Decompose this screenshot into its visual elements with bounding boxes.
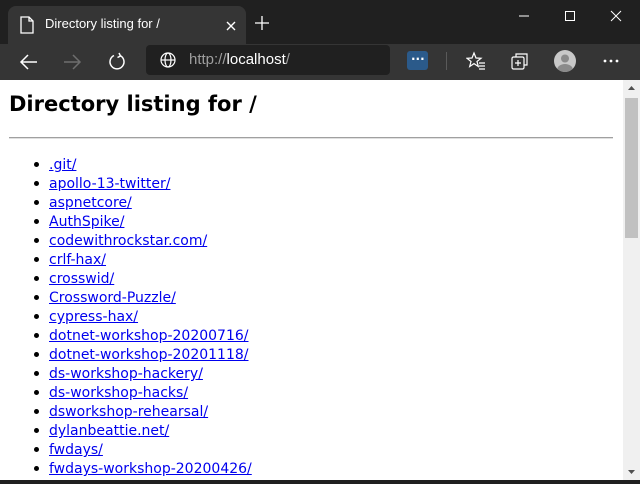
list-item: cypress-hax/ <box>9 306 252 325</box>
vertical-scrollbar[interactable] <box>623 80 640 480</box>
maximize-button[interactable] <box>546 0 592 32</box>
document-icon <box>19 16 35 34</box>
refresh-icon[interactable] <box>107 52 127 72</box>
scrollbar-thumb[interactable] <box>625 98 638 238</box>
more-icon[interactable] <box>601 51 621 71</box>
active-tab[interactable]: Directory listing for / <box>8 6 246 44</box>
forward-icon[interactable] <box>62 52 82 72</box>
url-host: localhost <box>226 51 286 68</box>
directory-link[interactable]: fwdays/ <box>49 442 103 458</box>
list-item: ds-workshop-hacks/ <box>9 382 252 401</box>
profile-icon[interactable] <box>554 50 576 72</box>
directory-link[interactable]: fwdays-workshop-20200426/ <box>49 461 252 477</box>
list-item: dotnet-workshop-20200716/ <box>9 325 252 344</box>
minimize-icon <box>519 15 529 17</box>
minimize-button[interactable] <box>500 0 546 32</box>
directory-link[interactable]: dylanbeattie.net/ <box>49 423 169 439</box>
list-item: fwdays-workshop-20200426/ <box>9 458 252 477</box>
list-item: AuthSpike/ <box>9 211 252 230</box>
list-item: aspnetcore/ <box>9 192 252 211</box>
reader-mode-icon[interactable]: ··· <box>407 51 428 70</box>
directory-link[interactable]: ds-workshop-hackery/ <box>49 366 203 382</box>
list-item: Crossword-Puzzle/ <box>9 287 252 306</box>
close-icon <box>610 10 622 22</box>
list-item: ds-workshop-hackery/ <box>9 363 252 382</box>
list-item: apollo-13-twitter/ <box>9 173 252 192</box>
list-item: fwdays/ <box>9 439 252 458</box>
directory-list: .git/ apollo-13-twitter/ aspnetcore/ Aut… <box>9 154 252 477</box>
list-item: .git/ <box>9 154 252 173</box>
horizontal-rule <box>9 137 613 139</box>
collections-icon[interactable] <box>510 51 530 71</box>
directory-link[interactable]: dotnet-workshop-20201118/ <box>49 347 249 363</box>
address-url[interactable]: http://localhost/ <box>189 51 290 68</box>
list-item: dylanbeattie.net/ <box>9 420 252 439</box>
tab-title: Directory listing for / <box>45 16 160 31</box>
globe-icon <box>160 52 176 68</box>
directory-link[interactable]: dotnet-workshop-20200716/ <box>49 328 249 344</box>
list-item: crosswid/ <box>9 268 252 287</box>
directory-link[interactable]: codewithrockstar.com/ <box>49 233 207 249</box>
scroll-down-arrow-icon[interactable] <box>623 463 640 480</box>
list-item: codewithrockstar.com/ <box>9 230 252 249</box>
maximize-icon <box>565 11 575 21</box>
directory-link[interactable]: aspnetcore/ <box>49 195 132 211</box>
close-icon[interactable] <box>224 18 238 32</box>
list-item: dotnet-workshop-20201118/ <box>9 344 252 363</box>
toolbar-divider <box>446 52 447 70</box>
directory-link[interactable]: Crossword-Puzzle/ <box>49 290 176 306</box>
directory-link[interactable]: apollo-13-twitter/ <box>49 176 170 192</box>
tab-strip: Directory listing for / <box>0 0 640 44</box>
list-item: dsworkshop-rehearsal/ <box>9 401 252 420</box>
directory-link[interactable]: crlf-hax/ <box>49 252 106 268</box>
directory-link[interactable]: AuthSpike/ <box>49 214 124 230</box>
list-item: crlf-hax/ <box>9 249 252 268</box>
directory-link[interactable]: dsworkshop-rehearsal/ <box>49 404 208 420</box>
page-content: Directory listing for / .git/ apollo-13-… <box>0 80 623 480</box>
plus-icon[interactable] <box>254 15 270 31</box>
favorites-icon[interactable] <box>465 51 486 71</box>
back-icon[interactable] <box>19 52 39 72</box>
scroll-up-arrow-icon[interactable] <box>623 80 640 97</box>
url-scheme: http:// <box>189 51 227 68</box>
directory-link[interactable]: ds-workshop-hacks/ <box>49 385 188 401</box>
address-bar[interactable]: http://localhost/ <box>146 45 390 75</box>
directory-link[interactable]: .git/ <box>49 157 76 173</box>
page-title: Directory listing for / <box>9 92 257 116</box>
directory-link[interactable]: cypress-hax/ <box>49 309 138 325</box>
window-close-button[interactable] <box>592 0 638 32</box>
directory-link[interactable]: crosswid/ <box>49 271 114 287</box>
url-path: / <box>285 51 290 68</box>
